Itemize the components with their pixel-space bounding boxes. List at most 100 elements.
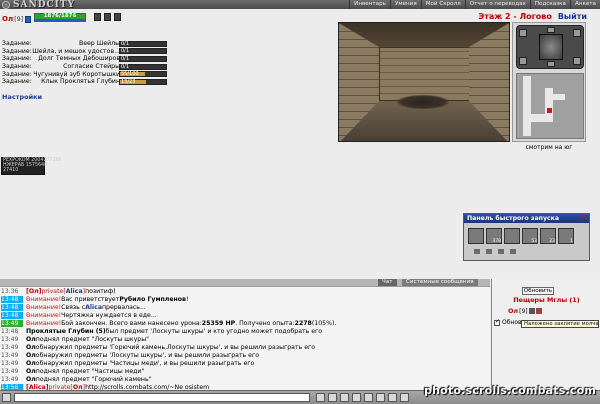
menu-icon[interactable] <box>2 393 11 402</box>
tab-chat[interactable]: Чат <box>378 279 397 286</box>
turn-right-icon[interactable] <box>573 29 581 37</box>
quick-slot[interactable]: 53 <box>522 228 538 244</box>
chat-nick[interactable]: [Ол] <box>26 288 41 295</box>
player-name[interactable]: Ол <box>2 15 13 23</box>
arrow-up-icon[interactable] <box>474 249 480 254</box>
menu-hint[interactable]: Подсказка <box>529 0 570 9</box>
chat-input[interactable] <box>14 393 310 402</box>
turn-left-icon[interactable] <box>519 29 527 37</box>
strafe-right-icon[interactable] <box>573 57 581 65</box>
chat-text: поднял предмет "Лоскуты шкуры" <box>35 335 149 343</box>
chat-text: Ол <box>26 375 36 383</box>
chat-time[interactable]: 13:36 <box>1 288 23 295</box>
quick-slot[interactable]: 378 <box>486 228 502 244</box>
info-icon[interactable] <box>528 308 535 314</box>
menu-inventory[interactable]: Инвентарь <box>349 0 390 9</box>
compass <box>516 25 584 69</box>
chat-time[interactable]: 13:49 <box>1 360 23 367</box>
chat-tabs: Чат Системные сообщения <box>0 279 490 286</box>
arrow-up-icon[interactable] <box>498 249 504 254</box>
chat-text: Рубило Гумпленов <box>119 295 186 303</box>
quick-slot[interactable]: 1 <box>558 228 574 244</box>
dungeon-view[interactable] <box>338 22 510 142</box>
chat-nick[interactable]: Alica <box>85 304 102 311</box>
filter-icon[interactable] <box>352 393 361 402</box>
exit-link[interactable]: Выйти <box>558 12 587 21</box>
chat-time[interactable]: 13:49 <box>1 368 23 375</box>
chat-text: Внимание! <box>26 311 62 319</box>
exit-icon[interactable] <box>400 393 409 402</box>
map-corridor <box>553 94 565 100</box>
settings-link[interactable]: Настройки <box>2 93 42 101</box>
watermark: photo.scrolls.combats.com <box>424 384 596 397</box>
quick-slot[interactable] <box>504 228 520 244</box>
chat-line: 13:48 Внимание! Чертяжка нуждается в еде.… <box>0 311 490 319</box>
quick-slot[interactable] <box>468 228 484 244</box>
menu-profile[interactable]: Анкета <box>570 0 600 9</box>
chat-time[interactable]: 13:49 <box>1 352 23 359</box>
menu-my-scroll[interactable]: Мой Скролл <box>420 0 465 9</box>
forward-arrow-icon[interactable] <box>547 27 555 33</box>
chat-nick[interactable]: Alica <box>66 288 83 295</box>
info-icon[interactable] <box>25 15 32 23</box>
quest-row[interactable]: Задание: Чугунивуй зуб Коротышки 55/100 <box>2 70 182 78</box>
chat-time[interactable]: 13:48 <box>1 311 23 319</box>
mug-icon[interactable] <box>94 13 101 21</box>
menu-skills[interactable]: Умения <box>389 0 421 9</box>
quest-label: Задание: <box>2 47 32 55</box>
player-info: Ол [9] <box>2 13 32 25</box>
back-arrow-icon[interactable] <box>547 61 555 67</box>
chat-text: Чертяжка нуждается в еде... <box>61 311 157 319</box>
quest-row[interactable]: Задание: Согласие Стейры 0/1 <box>2 63 182 71</box>
chat-text: прервалась... <box>102 303 146 311</box>
quest-name[interactable]: Согласие Стейры <box>63 63 120 70</box>
sound-icon[interactable] <box>388 393 397 402</box>
arrow-up-icon[interactable] <box>486 249 492 254</box>
chat-time[interactable]: 13:49 <box>1 336 23 343</box>
quest-name[interactable]: Клык Проклятья Глубин <box>41 78 120 85</box>
scroll-icon[interactable] <box>376 393 385 402</box>
quest-row[interactable]: Задание: Долг Темных Дебоширов 0/1 <box>2 55 182 63</box>
quest-row[interactable]: Задание: Веер Шейлы 0/1 <box>2 40 182 48</box>
quest-name[interactable]: Веер Шейлы <box>79 40 120 47</box>
chat-time[interactable]: 13:48 <box>1 303 23 311</box>
clear-icon[interactable] <box>328 393 337 402</box>
room-member[interactable]: Ол [9] <box>508 307 542 315</box>
chat-text: Внимание! <box>26 303 62 311</box>
quest-name[interactable]: Долг Темных Дебоширов <box>38 55 120 62</box>
close-icon[interactable]: ✕ <box>581 214 587 223</box>
chat-time[interactable]: 13:49 <box>1 376 23 383</box>
chat-text: . Получено опыта: <box>235 319 295 327</box>
monster-corpse[interactable] <box>397 95 449 109</box>
chat-time[interactable]: 13:49 <box>1 344 23 351</box>
menu-transfer-report[interactable]: Отчет о переводах <box>464 0 530 9</box>
chat-time[interactable]: 13:49 <box>1 319 23 327</box>
top-bar: SANDCITY Инвентарь Умения Мой Скролл Отч… <box>0 0 600 10</box>
smile-icon[interactable] <box>340 393 349 402</box>
minimap <box>516 73 584 139</box>
send-icon[interactable] <box>316 393 325 402</box>
arrow-up-icon[interactable] <box>510 249 516 254</box>
floor-title: Этаж 2 - Логово <box>478 12 552 21</box>
shield-icon[interactable] <box>104 13 111 21</box>
quick-slot[interactable]: 23 <box>540 228 556 244</box>
chat-line: 13:48 Проклятые Глубин (5) был предмет 'Л… <box>0 327 490 335</box>
quick-launch-header[interactable]: Панель быстрого запуска ✕ <box>464 214 589 223</box>
quest-row[interactable]: Задание: Клык Проклятья Глубин 13/23 <box>2 78 182 86</box>
tab-system-messages[interactable]: Системные сообщения <box>402 279 478 286</box>
refresh-button[interactable]: Обновить <box>522 287 554 295</box>
strafe-left-icon[interactable] <box>519 57 527 65</box>
translit-icon[interactable] <box>364 393 373 402</box>
auto-update-label: Обнов <box>502 319 522 326</box>
tooltip: Наложено заклятие молчания <box>521 320 599 328</box>
member-name[interactable]: Ол <box>508 307 518 315</box>
chat-time[interactable]: 13:48 <box>1 328 23 335</box>
armor-icon[interactable] <box>114 13 121 21</box>
quest-name[interactable]: Шейла, и мешок удостов... <box>32 48 120 55</box>
quest-progress-text: 0/1 <box>121 55 130 62</box>
auto-update-checkbox[interactable] <box>494 318 500 326</box>
chat-text: Ол <box>26 359 36 367</box>
quest-name[interactable]: Чугунивуй зуб Коротышки <box>33 71 120 78</box>
chat-log[interactable]: 13:36 [Ол] private [ Alica ] позитиф) 13:4… <box>0 286 490 390</box>
chat-time[interactable]: 13:48 <box>1 295 23 303</box>
